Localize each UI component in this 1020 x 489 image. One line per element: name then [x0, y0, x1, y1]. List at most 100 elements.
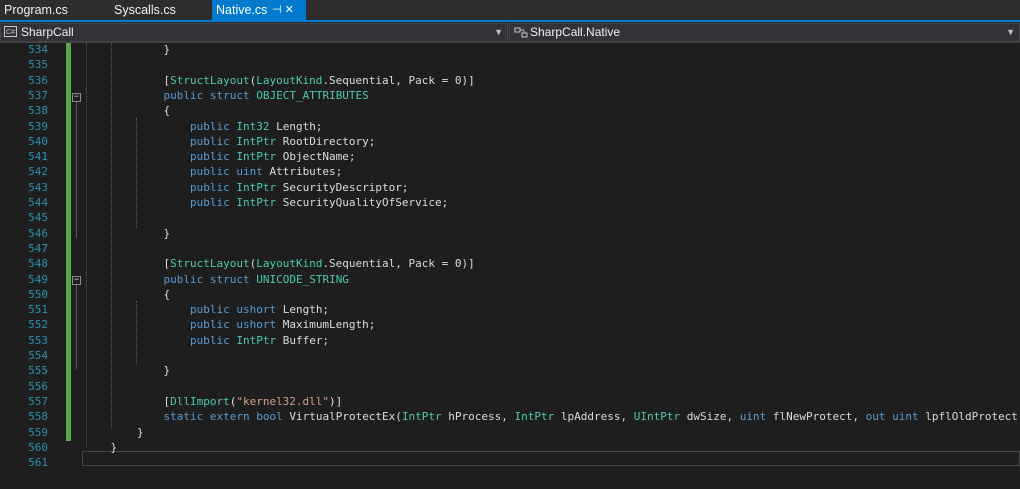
code-token: public	[84, 134, 230, 148]
code-line[interactable]: public IntPtr SecurityQualityOfService;	[84, 195, 448, 210]
code-line[interactable]: public Int32 Length;	[84, 119, 322, 134]
code-token: lpAddress,	[554, 410, 634, 424]
line-number: 557	[28, 394, 48, 408]
code-token: MaximumLength;	[276, 318, 376, 332]
code-token: struct	[209, 88, 250, 102]
type-name: SharpCall.Native	[530, 25, 621, 39]
line-number: 542	[28, 165, 48, 179]
code-token: dwSize,	[680, 410, 740, 424]
code-line[interactable]: public struct UNICODE_STRING	[84, 272, 348, 287]
line-number: 550	[28, 287, 48, 301]
code-token: IntPtr	[236, 196, 277, 209]
code-token: public	[84, 196, 230, 209]
code-token: LayoutKind	[256, 257, 323, 271]
code-token: }	[84, 364, 171, 378]
code-line[interactable]: static extern bool VirtualProtectEx(IntP…	[84, 409, 1020, 424]
line-number: 555	[28, 364, 48, 378]
code-token: {	[84, 104, 171, 118]
line-number: 561	[28, 456, 48, 470]
tab-program-cs[interactable]: Program.cs	[0, 0, 104, 20]
line-number: 546	[28, 226, 48, 240]
code-editor[interactable]: − − 534 } 535 536 [StructLayout(LayoutKind…	[0, 43, 1020, 489]
chevron-down-icon: ▼	[1006, 27, 1015, 37]
code-token: DllImport	[170, 394, 230, 408]
line-number: 534	[28, 43, 48, 56]
code-token: LayoutKind	[256, 73, 323, 87]
pin-and-close-icons[interactable]: ⊣ ✕	[272, 0, 294, 20]
line-number: 541	[28, 150, 48, 164]
code-line[interactable]: }	[84, 226, 170, 241]
code-line[interactable]: public struct OBJECT_ATTRIBUTES	[84, 88, 369, 103]
tab-native-cs[interactable]: Native.cs ⊣ ✕	[212, 0, 306, 20]
tab-label: Native.cs	[216, 3, 268, 17]
code-token: Length;	[276, 303, 330, 317]
line-number: 544	[28, 196, 48, 209]
tab-label: Syscalls.cs	[114, 3, 176, 17]
line-number: 559	[28, 425, 48, 439]
code-token: StructLayout	[170, 73, 250, 87]
code-line[interactable]: public ushort Length;	[84, 302, 329, 317]
code-token: )]	[329, 394, 343, 408]
code-line[interactable]: public IntPtr ObjectName;	[84, 149, 356, 164]
collapse-icon[interactable]: −	[72, 93, 81, 102]
code-token: UIntPtr	[633, 410, 681, 424]
code-line[interactable]: public IntPtr RootDirectory;	[84, 134, 375, 149]
tab-label: Program.cs	[4, 3, 68, 17]
code-token: ushort	[236, 318, 277, 332]
code-token: public	[84, 180, 230, 194]
line-number: 545	[28, 211, 48, 225]
line-number: 539	[28, 119, 48, 133]
code-token: IntPtr	[236, 134, 277, 148]
code-token: ushort	[236, 303, 277, 317]
code-token: {	[84, 287, 171, 301]
code-line[interactable]: [StructLayout(LayoutKind.Sequential, Pac…	[84, 256, 474, 271]
code-token: hProcess,	[441, 410, 515, 424]
code-line[interactable]: public ushort MaximumLength;	[84, 317, 375, 332]
line-number: 536	[28, 73, 48, 87]
code-token: [	[84, 394, 171, 408]
code-line[interactable]: [StructLayout(LayoutKind.Sequential, Pac…	[84, 73, 474, 88]
collapse-icon[interactable]: −	[72, 276, 81, 285]
code-line[interactable]: {	[84, 103, 170, 118]
line-number: 535	[28, 58, 48, 72]
line-number: 537	[28, 88, 48, 102]
code-line[interactable]: [DllImport("kernel32.dll")]	[84, 394, 342, 409]
code-token: SecurityQualityOfService;	[276, 196, 449, 209]
code-token: lpflOldProtect);	[918, 410, 1020, 424]
code-line[interactable]: }	[84, 440, 117, 455]
code-line[interactable]: }	[84, 363, 170, 378]
line-number: 554	[28, 349, 48, 362]
project-name: SharpCall	[21, 25, 74, 39]
code-line[interactable]: public IntPtr Buffer;	[84, 333, 329, 348]
line-number: 552	[28, 318, 48, 332]
code-token: extern	[209, 410, 250, 424]
type-dropdown[interactable]: SharpCall.Native ▼	[509, 23, 1020, 42]
code-line[interactable]: }	[84, 425, 144, 440]
fold-line	[76, 101, 77, 238]
code-line[interactable]: {	[84, 287, 170, 302]
code-token: IntPtr	[236, 180, 277, 194]
line-number: 556	[28, 379, 48, 393]
code-token: Buffer;	[276, 333, 330, 347]
code-token: }	[84, 43, 171, 56]
project-dropdown[interactable]: C# SharpCall ▼	[0, 23, 508, 42]
code-token: IntPtr	[514, 410, 555, 424]
navigation-bar: C# SharpCall ▼ SharpCall.Native ▼	[0, 22, 1020, 43]
code-token: public	[84, 303, 230, 317]
code-line[interactable]: }	[84, 42, 170, 57]
code-token: Int32	[236, 119, 270, 133]
code-line[interactable]: public IntPtr SecurityDescriptor;	[84, 180, 409, 195]
line-number: 549	[28, 272, 48, 286]
line-number: 547	[28, 241, 48, 255]
code-token: IntPtr	[401, 410, 442, 424]
code-line[interactable]: public uint Attributes;	[84, 164, 342, 179]
line-number: 543	[28, 180, 48, 194]
line-number: 540	[28, 134, 48, 148]
line-number: 551	[28, 303, 48, 317]
code-token: SecurityDescriptor;	[276, 180, 409, 194]
code-token: VirtualProtectEx(	[282, 410, 402, 424]
code-token: public	[84, 165, 230, 179]
code-token: OBJECT_ATTRIBUTES	[256, 88, 369, 102]
current-line-highlight	[82, 451, 1020, 466]
tab-syscalls-cs[interactable]: Syscalls.cs	[110, 0, 210, 20]
